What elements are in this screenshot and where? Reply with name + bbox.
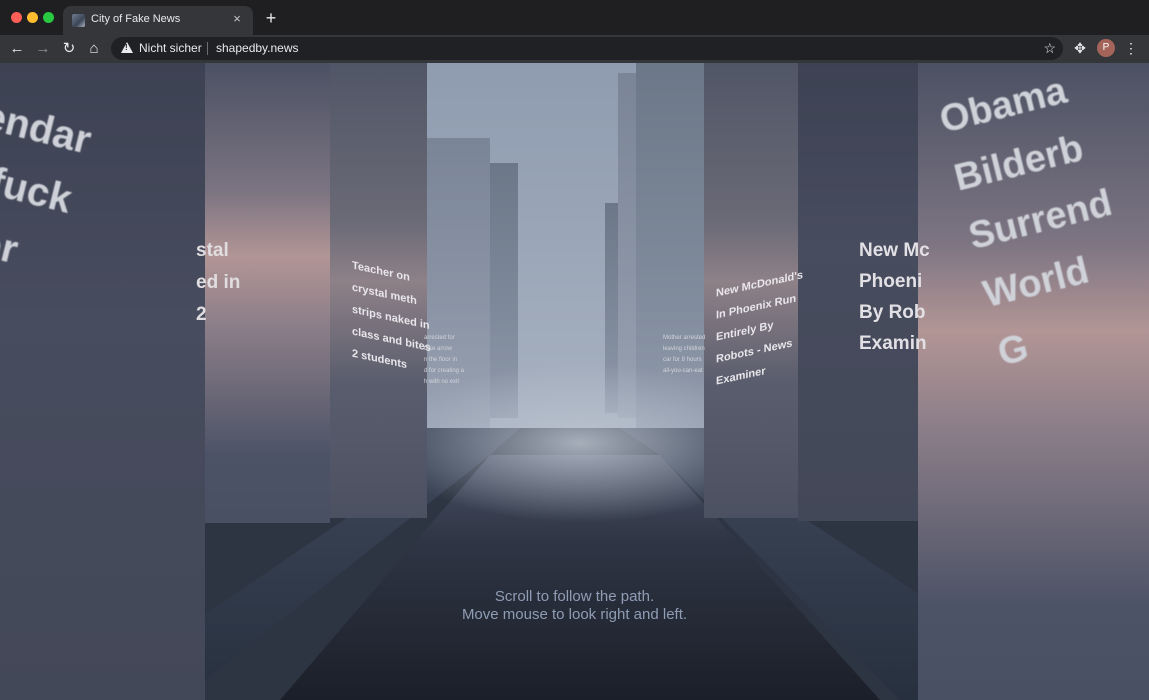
back-arrow-icon[interactable]: ← [7,39,27,59]
tab-strip: City of Fake News × + [0,0,1149,35]
browser-menu-icon[interactable]: ⋮ [1122,39,1140,57]
headline-left-middle: stal ed in 2 [196,240,241,325]
bookmark-star-icon[interactable]: ☆ [1043,39,1056,57]
forward-arrow-icon[interactable]: → [33,39,53,59]
headline-left-distant: arrested for fake arrow n the floor in d… [424,335,465,385]
city-scene-canvas[interactable]: endar l fuck oor stal ed in 2 Teacher on… [0,63,1149,700]
headline-right-sign: New McDonald's In Phoenix Run Entirely B… [716,269,803,388]
browser-chrome: City of Fake News × + ← → ↻ ⌂ Nicht sich… [0,0,1149,63]
security-status-label[interactable]: Nicht sicher [139,41,202,55]
navigation-hint: Scroll to follow the path. Move mouse to… [0,588,1149,624]
url-text[interactable]: shapedby.news [216,41,299,55]
tab-close-icon[interactable]: × [229,11,245,27]
browser-toolbar: ← → ↻ ⌂ Nicht sicher shapedby.news ☆ ✥ P… [0,35,1149,63]
headline-right-middle: New Mc Phoeni By Rob Examin [859,240,930,354]
profile-avatar[interactable]: P [1097,39,1115,57]
hint-scroll: Scroll to follow the path. [494,588,655,605]
address-separator [207,42,208,55]
reload-icon[interactable]: ↻ [59,39,79,59]
home-icon[interactable]: ⌂ [84,39,104,59]
address-bar[interactable]: Nicht sicher shapedby.news ☆ [111,37,1063,60]
headline-right-distant: Mother arrested leaving children car for… [663,335,706,374]
site-favicon-icon [72,14,85,27]
warning-icon[interactable] [121,42,133,53]
close-window-button[interactable] [11,12,22,23]
maximize-window-button[interactable] [43,12,54,23]
tab-city-of-fake-news[interactable]: City of Fake News × [63,6,253,35]
new-tab-button[interactable]: + [262,9,280,27]
headline-left-sign: Teacher on crystal meth strips naked in … [352,259,431,372]
extensions-puzzle-icon[interactable]: ✥ [1071,39,1089,57]
hint-mouse: Move mouse to look right and left. [461,606,688,623]
tab-title: City of Fake News [91,13,181,25]
minimize-window-button[interactable] [27,12,38,23]
